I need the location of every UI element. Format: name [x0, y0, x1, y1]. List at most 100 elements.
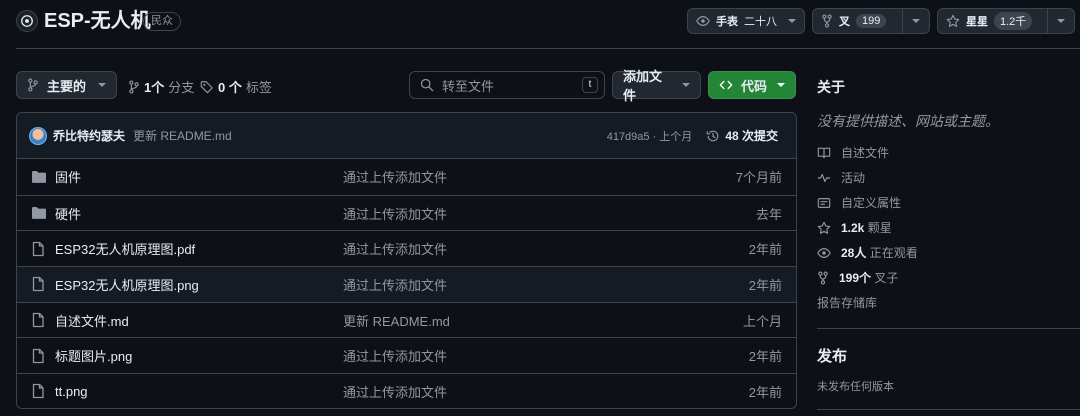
- file-row[interactable]: 固件 通过上传添加文件 7个月前: [17, 159, 796, 195]
- commit-message[interactable]: 更新 README.md: [133, 127, 232, 144]
- activity-label: 活动: [841, 171, 866, 185]
- latest-commit-bar: 乔比特约瑟夫 更新 README.md 417d9a5 · 上个月 48 次提交: [17, 113, 796, 159]
- repo-avatar-icon: [16, 10, 38, 32]
- readme-link[interactable]: 自述文件: [817, 140, 918, 165]
- star-button[interactable]: 星星 1.2千: [938, 9, 1047, 33]
- watch-button[interactable]: 手表 二十八: [687, 8, 805, 34]
- commits-history-link[interactable]: 48 次提交: [706, 127, 778, 144]
- chevron-down-icon: [788, 19, 796, 23]
- star-icon: [946, 14, 960, 28]
- branches-link[interactable]: 1个 分支: [128, 77, 194, 96]
- watch-count: 二十八: [744, 16, 777, 28]
- file-name[interactable]: 硬件: [55, 204, 81, 223]
- custom-properties-link[interactable]: 自定义属性: [817, 190, 918, 215]
- file-row[interactable]: 自述文件.md 更新 README.md 上个月: [17, 301, 796, 338]
- file-commit-date: 7个月前: [735, 170, 782, 186]
- file-commit-message[interactable]: 通过上传添加文件: [343, 382, 447, 401]
- report-repository-link[interactable]: 报告存储库: [817, 290, 918, 315]
- file-commit-message[interactable]: 通过上传添加文件: [343, 346, 447, 365]
- commits-count: 48 次提交: [725, 129, 778, 143]
- fork-count: 199: [856, 14, 887, 28]
- add-file-label: 添加文件: [623, 69, 663, 103]
- custom-properties-label: 自定义属性: [841, 196, 902, 210]
- file-row[interactable]: ESP32无人机原理图.pdf 通过上传添加文件 2年前: [17, 230, 796, 266]
- branches-label: 分支: [168, 80, 195, 95]
- header-divider: [16, 48, 1080, 49]
- search-placeholder: 转至文件: [442, 78, 495, 94]
- branch-icon: [128, 79, 140, 94]
- file-commit-message[interactable]: 通过上传添加文件: [343, 239, 447, 258]
- file-row[interactable]: tt.png 通过上传添加文件 2年前: [17, 373, 796, 408]
- file-icon: [31, 348, 45, 364]
- file-icon: [31, 383, 45, 399]
- forks-label: 叉子: [874, 271, 899, 285]
- branch-icon: [27, 78, 39, 92]
- file-commit-message[interactable]: 更新 README.md: [343, 311, 450, 330]
- history-icon: [706, 129, 720, 143]
- chevron-down-icon: [912, 19, 920, 23]
- star-icon: [817, 221, 831, 235]
- note-icon: [817, 196, 831, 210]
- file-icon: [31, 276, 45, 292]
- file-commit-date: 2年前: [748, 384, 782, 400]
- tag-icon: [200, 80, 214, 94]
- file-name[interactable]: ESP32无人机原理图.pdf: [55, 239, 195, 258]
- fork-icon: [817, 270, 829, 285]
- chevron-down-icon: [777, 83, 785, 87]
- file-row[interactable]: 硬件 通过上传添加文件 去年: [17, 194, 796, 231]
- file-name[interactable]: tt.png: [55, 384, 88, 399]
- fork-dropdown[interactable]: [903, 9, 929, 33]
- book-icon: [817, 146, 831, 160]
- about-list: 自述文件 活动 自定义属性 1.2k 颗星 28人 正在观看 199个 叉子 报…: [817, 140, 918, 315]
- commit-author[interactable]: 乔比特约瑟夫: [53, 127, 125, 144]
- watchers-count: 28人: [841, 246, 867, 260]
- file-commit-message[interactable]: 通过上传添加文件: [343, 275, 447, 294]
- sidebar-divider: [817, 328, 1080, 329]
- file-commit-message[interactable]: 通过上传添加文件: [343, 204, 447, 223]
- add-file-button[interactable]: 添加文件: [612, 69, 701, 103]
- fork-icon: [821, 14, 833, 28]
- report-label: 报告存储库: [817, 296, 878, 310]
- code-label: 代码: [741, 78, 768, 94]
- file-row[interactable]: ESP32无人机原理图.png 通过上传添加文件 2年前: [17, 266, 796, 302]
- commit-hash-time[interactable]: 417d9a5 · 上个月: [607, 128, 693, 144]
- repo-name[interactable]: ESP-无人机: [44, 9, 151, 33]
- star-button-group[interactable]: 星星 1.2千: [937, 8, 1075, 34]
- watchers-link[interactable]: 28人 正在观看: [817, 240, 918, 265]
- file-name[interactable]: 固件: [55, 167, 81, 186]
- tags-count: 0 个: [218, 80, 242, 95]
- file-icon: [31, 241, 45, 257]
- avatar[interactable]: [29, 126, 47, 145]
- fork-label: 叉: [839, 16, 850, 28]
- branches-count: 1个: [144, 80, 165, 95]
- tags-link[interactable]: 0 个 标签: [200, 77, 272, 96]
- eye-icon: [817, 246, 831, 260]
- releases-heading[interactable]: 发布: [817, 345, 847, 366]
- star-dropdown[interactable]: [1048, 9, 1074, 33]
- file-name[interactable]: 自述文件.md: [55, 311, 129, 330]
- about-description: 没有提供描述、网站或主题。: [817, 113, 999, 129]
- visibility-badge: 民众: [143, 12, 181, 31]
- star-count: 1.2千: [994, 12, 1033, 30]
- code-button[interactable]: 代码: [708, 71, 796, 99]
- file-commit-date: 2年前: [748, 349, 782, 365]
- fork-button-group[interactable]: 叉 199: [812, 8, 930, 34]
- fork-button[interactable]: 叉 199: [813, 9, 902, 33]
- folder-icon: [31, 206, 47, 220]
- search-shortcut-key: t: [582, 77, 598, 93]
- file-commit-date: 上个月: [742, 313, 782, 329]
- chevron-down-icon: [682, 83, 690, 87]
- file-name[interactable]: 标题图片.png: [55, 346, 132, 365]
- file-commit-date: 2年前: [748, 277, 782, 293]
- forks-link[interactable]: 199个 叉子: [817, 265, 918, 290]
- stars-link[interactable]: 1.2k 颗星: [817, 215, 918, 240]
- go-to-file-input[interactable]: 转至文件 t: [409, 71, 605, 99]
- branch-selector[interactable]: 主要的: [16, 71, 117, 99]
- file-name[interactable]: ESP32无人机原理图.png: [55, 275, 199, 294]
- file-commit-message[interactable]: 通过上传添加文件: [343, 167, 447, 186]
- file-row[interactable]: 标题图片.png 通过上传添加文件 2年前: [17, 337, 796, 373]
- no-releases-text: 未发布任何版本: [817, 381, 894, 393]
- readme-label: 自述文件: [841, 146, 890, 160]
- forks-count: 199个: [839, 271, 872, 285]
- activity-link[interactable]: 活动: [817, 165, 918, 190]
